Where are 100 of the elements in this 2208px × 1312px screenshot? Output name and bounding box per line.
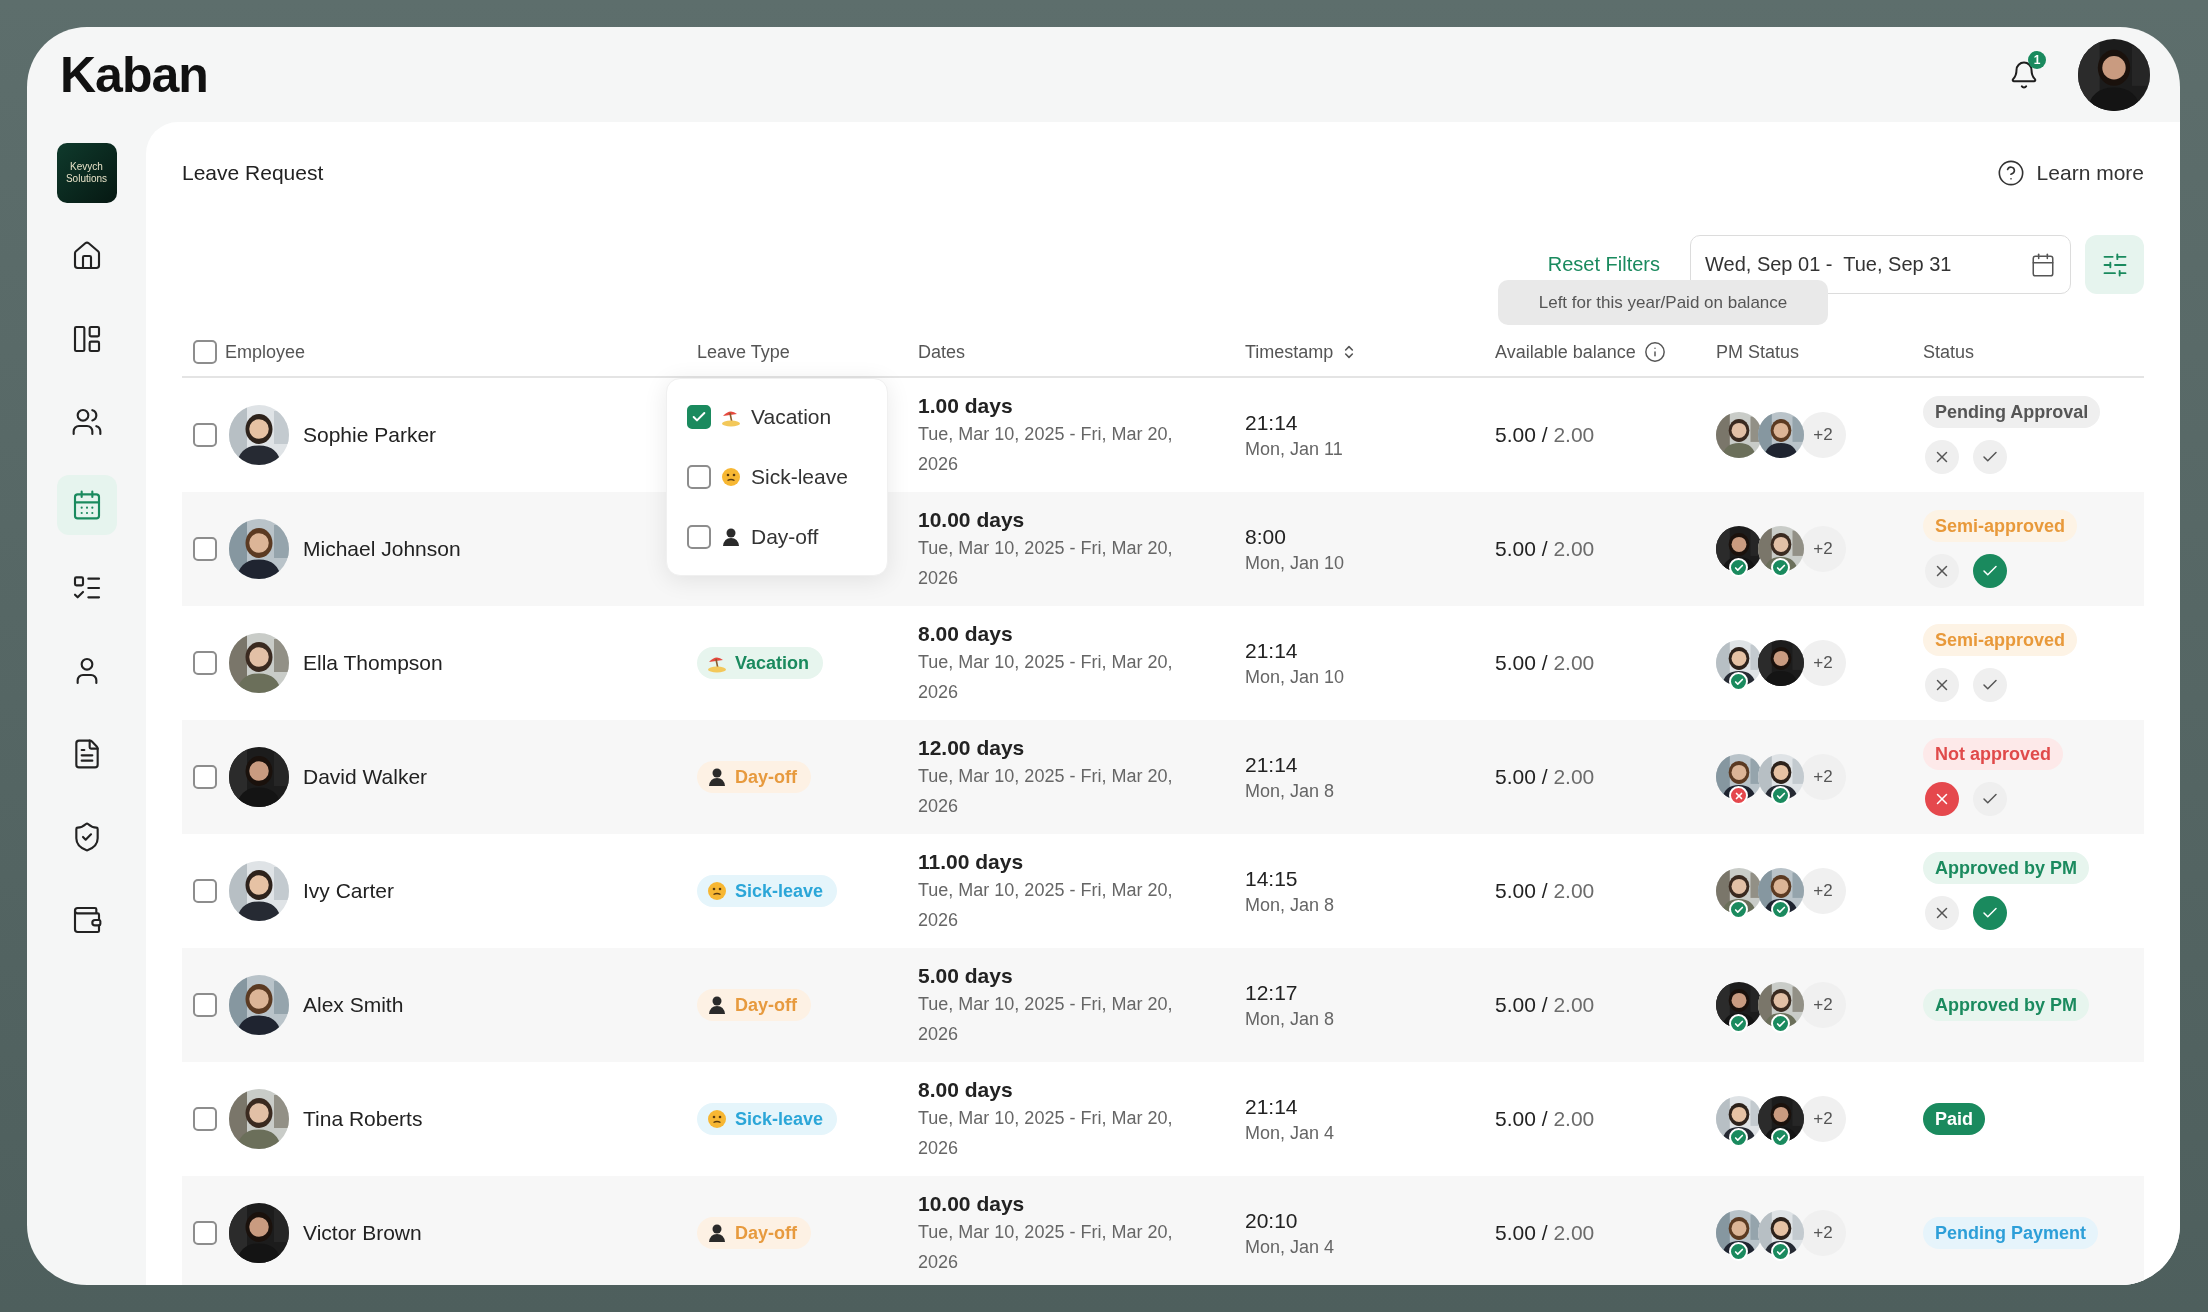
tooltip: Left for this year/Paid on balance <box>1498 280 1828 325</box>
status-badge: Paid <box>1923 1103 1985 1135</box>
days-count: 10.00 days <box>918 1191 1026 1217</box>
employee-name: Sophie Parker <box>303 423 437 447</box>
status-badge: Semi-approved <box>1923 624 2078 656</box>
status-badge: Pending Approval <box>1923 396 2101 428</box>
status-badge: Not approved <box>1923 738 2063 770</box>
employee-name: Victor Brown <box>303 1221 422 1245</box>
date-range: Tue, Mar 10, 2025 - Fri, Mar 20, 2026 <box>918 879 1174 932</box>
face-icon <box>707 881 727 901</box>
figure-icon <box>721 527 741 547</box>
column-header: Status <box>1923 341 1975 363</box>
days-count: 10.00 days <box>918 507 1026 533</box>
date-text: Mon, Jan 8 <box>1245 1008 1336 1030</box>
date-text: Mon, Jan 11 <box>1245 438 1344 460</box>
date-range: Tue, Mar 10, 2025 - Fri, Mar 20, 2026 <box>918 651 1174 704</box>
employee-name: Ella Thompson <box>303 651 443 675</box>
date-range: Tue, Mar 10, 2025 - Fri, Mar 20, 2026 <box>918 1107 1174 1160</box>
time-text: 20:10 <box>1245 1208 1299 1233</box>
row-checkbox[interactable] <box>193 993 217 1017</box>
more-count[interactable]: +2 <box>1800 868 1846 914</box>
more-count[interactable]: +2 <box>1800 412 1846 458</box>
learn-more-link[interactable]: Learn more <box>1996 159 2144 187</box>
days-count: 12.00 days <box>918 735 1026 761</box>
reset-filters-link[interactable]: Reset Filters <box>1547 253 1660 276</box>
row-checkbox[interactable] <box>193 765 217 789</box>
status-badge: Approved by PM <box>1923 852 2089 884</box>
approve-button[interactable] <box>1973 782 2007 816</box>
balance-value: 5.00 / 2.00 <box>1495 879 1595 902</box>
approve-button[interactable] <box>1973 896 2007 930</box>
time-text: 8:00 <box>1245 524 1287 549</box>
employee-name: Ivy Carter <box>303 879 394 903</box>
more-count[interactable]: +2 <box>1800 640 1846 686</box>
column-header: Timestamp <box>1245 341 1334 363</box>
balance-value: 5.00 / 2.00 <box>1495 1107 1595 1130</box>
column-header: Employee <box>225 341 306 363</box>
date-range: Tue, Mar 10, 2025 - Fri, Mar 20, 2026 <box>918 537 1174 590</box>
column-header: Leave Type <box>697 341 790 363</box>
balance-value: 5.00 / 2.00 <box>1495 765 1595 788</box>
calendar-icon <box>2030 251 2056 278</box>
figure-icon <box>707 995 727 1015</box>
days-count: 1.00 days <box>918 393 1014 419</box>
menu-checkbox[interactable] <box>687 465 711 489</box>
time-text: 14:15 <box>1245 866 1299 891</box>
info-icon[interactable] <box>1643 341 1666 363</box>
row-checkbox[interactable] <box>193 1107 217 1131</box>
row-checkbox[interactable] <box>193 423 217 447</box>
approve-button[interactable] <box>1973 668 2007 702</box>
row-checkbox[interactable] <box>193 879 217 903</box>
days-count: 8.00 days <box>918 1077 1014 1103</box>
approve-button[interactable] <box>1973 554 2007 588</box>
date-text: Mon, Jan 4 <box>1245 1236 1336 1258</box>
row-checkbox[interactable] <box>193 537 217 561</box>
days-count: 5.00 days <box>918 963 1014 989</box>
status-badge: Approved by PM <box>1923 989 2089 1021</box>
menu-checkbox[interactable] <box>687 525 711 549</box>
more-count[interactable]: +2 <box>1800 754 1846 800</box>
balance-value: 5.00 / 2.00 <box>1495 1221 1595 1244</box>
status-badge: Pending Payment <box>1923 1217 2099 1249</box>
select-all-checkbox[interactable] <box>193 340 217 364</box>
time-text: 21:14 <box>1245 1094 1299 1119</box>
notification-count: 1 <box>2028 50 2046 69</box>
page-title: Leave Request <box>182 161 324 185</box>
row-checkbox[interactable] <box>193 1221 217 1245</box>
figure-icon <box>707 767 727 787</box>
reject-button[interactable] <box>1925 440 1959 474</box>
reject-button[interactable] <box>1925 896 1959 930</box>
status-badge: Semi-approved <box>1923 510 2078 542</box>
approve-button[interactable] <box>1973 440 2007 474</box>
more-count[interactable]: +2 <box>1800 982 1846 1028</box>
employee-name: Michael Johnson <box>303 537 461 561</box>
menu-item[interactable]: Day-off <box>687 507 867 567</box>
more-count[interactable]: +2 <box>1800 1210 1846 1256</box>
leave-type-badge: Vacation <box>697 647 824 679</box>
more-count[interactable]: +2 <box>1800 526 1846 572</box>
date-range: Tue, Mar 10, 2025 - Fri, Mar 20, 2026 <box>918 765 1174 818</box>
reject-button[interactable] <box>1925 554 1959 588</box>
time-text: 21:14 <box>1245 410 1299 435</box>
row-checkbox[interactable] <box>193 651 217 675</box>
reject-button[interactable] <box>1925 782 1959 816</box>
menu-checkbox[interactable] <box>687 405 711 429</box>
leave-type-badge: Day-off <box>697 761 811 793</box>
balance-value: 5.00 / 2.00 <box>1495 537 1595 560</box>
menu-item[interactable]: Sick-leave <box>687 447 867 507</box>
column-header: Available balance <box>1495 341 1636 363</box>
employee-name: David Walker <box>303 765 428 789</box>
column-header: Dates <box>918 341 966 363</box>
date-text: Mon, Jan 4 <box>1245 1122 1336 1144</box>
company-logo[interactable]: Kevych Solutions <box>56 143 117 203</box>
face-icon <box>721 467 741 487</box>
menu-item[interactable]: Vacation <box>687 387 867 447</box>
more-count[interactable]: +2 <box>1800 1096 1846 1142</box>
leave-type-badge: Day-off <box>697 989 811 1021</box>
date-text: Mon, Jan 8 <box>1245 894 1336 916</box>
figure-icon <box>707 1223 727 1243</box>
reject-button[interactable] <box>1925 668 1959 702</box>
filter-button[interactable] <box>2085 235 2144 294</box>
leave-type-badge: Day-off <box>697 1217 811 1249</box>
time-text: 12:17 <box>1245 980 1299 1005</box>
leave-type-badge: Sick-leave <box>697 1103 838 1135</box>
